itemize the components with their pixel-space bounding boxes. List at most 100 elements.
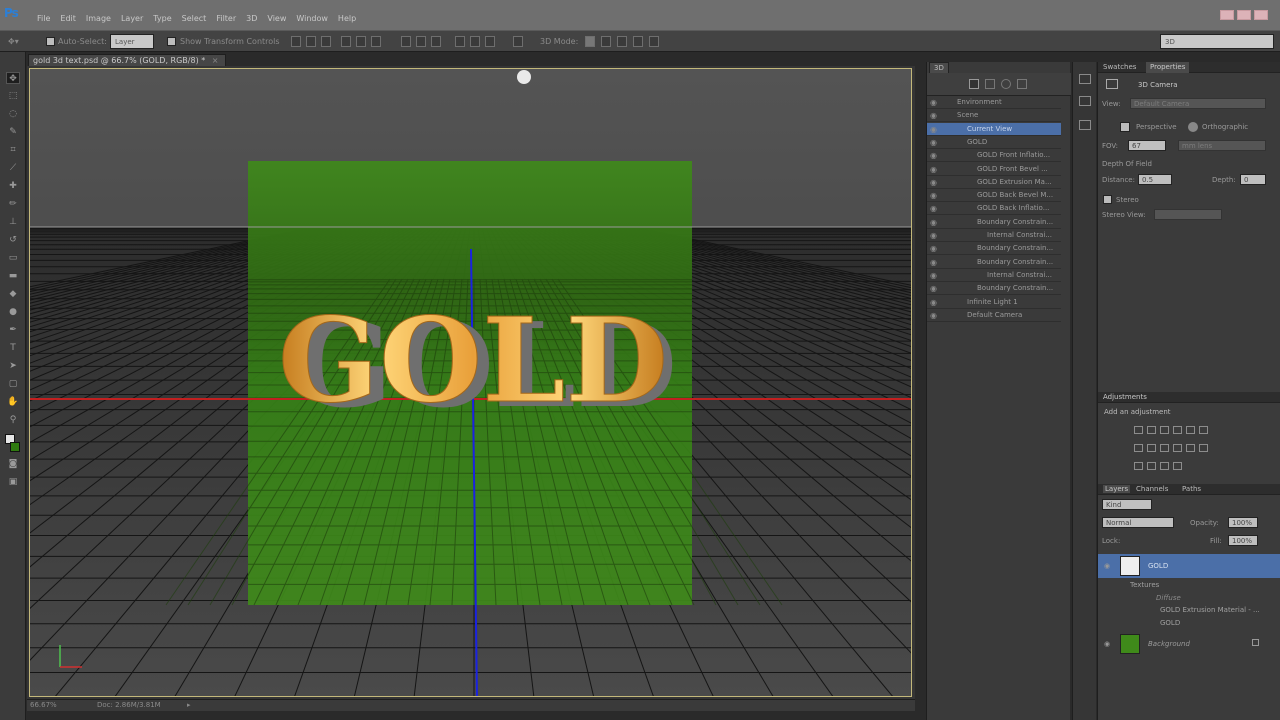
3d-viewport[interactable]: GOLD GOLD [29,68,912,697]
curves-adjustment-icon[interactable] [1160,426,1169,434]
blend-mode-dropdown[interactable]: Normal [1102,517,1174,528]
blur-tool-icon[interactable]: ◆ [6,288,20,300]
scene-tree-row[interactable]: ◉ Boundary Constrain... [927,216,1061,229]
scene-tree-row[interactable]: ◉ GOLD Back Bevel M... [927,189,1061,203]
visibility-eye-icon[interactable]: ◉ [930,282,940,294]
scene-tree-row[interactable]: ◉ Internal Constrai... [927,229,1061,242]
align-bottom-icon[interactable] [321,36,331,47]
eyedropper-tool-icon[interactable]: ⟋ [6,162,20,174]
material-filter-icon[interactable] [1001,79,1011,89]
scene-tree-row[interactable]: ◉ GOLD [927,136,1061,149]
layers-tab[interactable]: Layers [1103,485,1131,493]
visibility-eye-icon[interactable]: ◉ [930,96,940,108]
roll-3d-icon[interactable] [601,36,611,47]
scene-tree-row[interactable]: ◉ Boundary Constrain... [927,242,1061,256]
channel-mixer-adjustment-icon[interactable] [1173,444,1182,452]
layer-row[interactable]: GOLD [1098,618,1280,630]
screen-mode-icon[interactable]: ▣ [6,476,20,488]
zoom-level[interactable]: 66.67% [30,701,57,709]
layer-kind-filter[interactable]: Kind [1102,499,1152,510]
opacity-input[interactable]: 100% [1228,517,1258,528]
layer-row[interactable]: ◉ GOLD [1098,554,1280,578]
brightness-adjustment-icon[interactable] [1134,426,1143,434]
minimize-button[interactable] [1220,10,1234,20]
auto-align-icon[interactable] [513,36,523,47]
history-panel-icon[interactable] [1079,120,1091,130]
path-select-tool-icon[interactable]: ➤ [6,360,20,372]
brush-panel-icon[interactable] [1079,96,1091,106]
menu-view[interactable]: View [262,14,291,23]
align-left-icon[interactable] [341,36,351,47]
crop-tool-icon[interactable]: ⌗ [6,144,20,156]
visibility-eye-icon[interactable]: ◉ [930,309,940,321]
menu-3d[interactable]: 3D [241,14,262,23]
invert-adjustment-icon[interactable] [1199,444,1208,452]
gradient-map-adjustment-icon[interactable] [1160,462,1169,470]
visibility-eye-icon[interactable]: ◉ [930,216,940,228]
scene-tree-row[interactable]: ◉ Boundary Constrain... [927,256,1061,269]
document-tab[interactable]: gold 3d text.psd @ 66.7% (GOLD, RGB/8) *… [28,54,226,66]
scene-filter-icon[interactable] [969,79,979,89]
visibility-eye-icon[interactable]: ◉ [930,189,940,201]
visibility-eye-icon[interactable]: ◉ [930,176,940,188]
menu-file[interactable]: File [32,14,55,23]
drag-3d-icon[interactable] [617,36,627,47]
quick-mask-icon[interactable]: ◙ [6,458,20,470]
gradient-tool-icon[interactable]: ▬ [6,270,20,282]
swatches-tab[interactable]: Swatches [1103,63,1136,71]
light-filter-icon[interactable] [1017,79,1027,89]
healing-tool-icon[interactable]: ✚ [6,180,20,192]
visibility-eye-icon[interactable]: ◉ [930,242,940,254]
close-button[interactable] [1254,10,1268,20]
visibility-eye-icon[interactable]: ◉ [930,149,940,161]
selective-color-adjustment-icon[interactable] [1173,462,1182,470]
zoom-tool-icon[interactable]: ⚲ [6,414,20,426]
close-tab-icon[interactable]: × [212,56,219,65]
menu-window[interactable]: Window [291,14,333,23]
menu-select[interactable]: Select [177,14,212,23]
levels-adjustment-icon[interactable] [1147,426,1156,434]
paths-tab[interactable]: Paths [1182,485,1201,493]
lasso-tool-icon[interactable]: ◌ [6,108,20,120]
color-lookup-adjustment-icon[interactable] [1186,444,1195,452]
scene-tree-row[interactable]: ◉ GOLD Front Bevel ... [927,163,1061,176]
layer-row[interactable]: GOLD Extrusion Material - ... [1098,605,1280,617]
orthographic-radio[interactable] [1188,122,1198,132]
orthographic-label[interactable]: Orthographic [1202,123,1248,131]
scale-3d-icon[interactable] [649,36,659,47]
menu-layer[interactable]: Layer [116,14,148,23]
slide-3d-icon[interactable] [633,36,643,47]
workspace-dropdown[interactable]: 3D [1160,34,1274,49]
visibility-eye-icon[interactable]: ◉ [930,296,940,308]
background-color-swatch[interactable] [10,442,20,452]
distribute-vcenter-icon[interactable] [416,36,426,47]
dodge-tool-icon[interactable]: ● [6,306,20,318]
fov-input[interactable]: 67 [1128,140,1166,151]
distance-input[interactable]: 0.5 [1138,174,1172,185]
visibility-eye-icon[interactable]: ◉ [930,269,940,281]
visibility-eye-icon[interactable]: ◉ [930,256,940,268]
perspective-icon[interactable] [1120,122,1130,132]
visibility-eye-icon[interactable]: ◉ [930,136,940,148]
color-balance-adjustment-icon[interactable] [1134,444,1143,452]
photo-filter-adjustment-icon[interactable] [1160,444,1169,452]
threshold-adjustment-icon[interactable] [1147,462,1156,470]
visibility-eye-icon[interactable]: ◉ [930,123,940,135]
exposure-adjustment-icon[interactable] [1173,426,1182,434]
scene-tree-row[interactable]: ◉ Environment [927,96,1061,109]
show-transform-checkbox[interactable] [167,37,176,46]
scene-tree-row[interactable]: ◉ Scene [927,109,1061,123]
visibility-eye-icon[interactable]: ◉ [930,229,940,241]
menu-filter[interactable]: Filter [211,14,241,23]
maximize-button[interactable] [1237,10,1251,20]
scene-tree-row[interactable]: ◉ Current View [927,122,1061,136]
menu-help[interactable]: Help [333,14,361,23]
layer-visibility-icon[interactable]: ◉ [1104,562,1110,570]
layer-row[interactable]: ◉ Background [1098,632,1280,656]
align-right-icon[interactable] [371,36,381,47]
stamp-tool-icon[interactable]: ⊥ [6,216,20,228]
properties-tab[interactable]: Properties [1146,62,1190,73]
distribute-hcenter-icon[interactable] [470,36,480,47]
move-tool-icon[interactable]: ✥ [6,72,20,84]
distribute-right-icon[interactable] [485,36,495,47]
